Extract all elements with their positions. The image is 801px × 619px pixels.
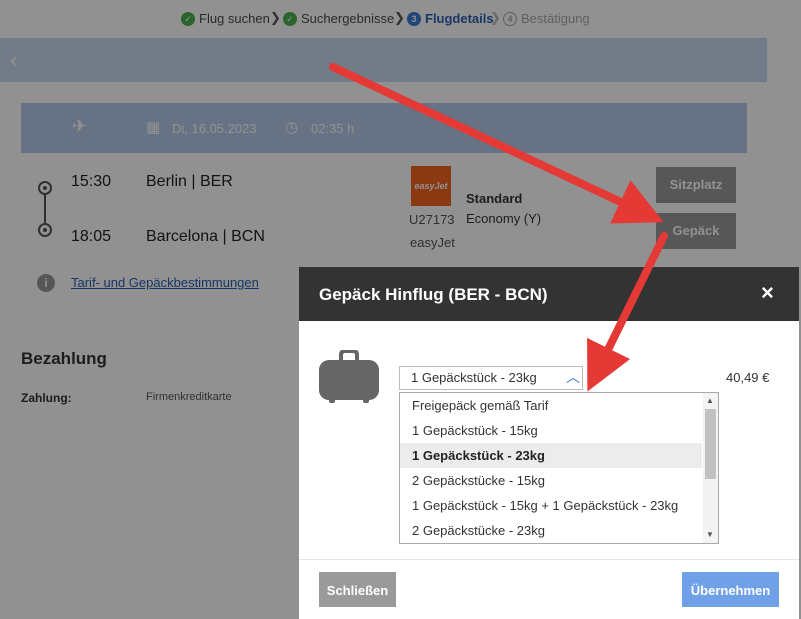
baggage-select[interactable]: 1 Gepäckstück - 23kg ︿ (399, 366, 583, 390)
baggage-price: 40,49 € (726, 370, 770, 385)
list-scrollbar[interactable]: ▲ ▼ (703, 393, 718, 543)
baggage-modal: Gepäck Hinflug (BER - BCN) × 1 Gepäckstü… (299, 267, 799, 619)
baggage-option[interactable]: 1 Gepäckstück - 15kg (400, 418, 702, 443)
apply-button[interactable]: Übernehmen (682, 572, 779, 607)
scrollbar-thumb[interactable] (705, 409, 716, 479)
close-button[interactable]: Schließen (319, 572, 396, 607)
scroll-down-icon[interactable]: ▼ (706, 530, 714, 539)
baggage-option-selected[interactable]: 1 Gepäckstück - 23kg (400, 443, 702, 468)
baggage-select-value: 1 Gepäckstück - 23kg (411, 370, 537, 385)
baggage-option[interactable]: 2 Gepäckstücke - 15kg (400, 468, 702, 493)
baggage-option[interactable]: Freigepäck gemäß Tarif (400, 393, 702, 418)
chevron-up-icon: ︿ (566, 369, 580, 385)
baggage-option[interactable]: 2 Gepäckstücke - 23kg (400, 518, 702, 543)
modal-title: Gepäck Hinflug (BER - BCN) (319, 285, 548, 304)
suitcase-icon (319, 350, 379, 403)
modal-header: Gepäck Hinflug (BER - BCN) × (299, 267, 799, 321)
scroll-up-icon[interactable]: ▲ (706, 396, 714, 405)
modal-footer-divider (299, 559, 799, 560)
baggage-option[interactable]: 1 Gepäckstück - 15kg + 1 Gepäckstück - 2… (400, 493, 702, 518)
close-icon[interactable]: × (761, 280, 774, 306)
baggage-options-list[interactable]: Freigepäck gemäß Tarif 1 Gepäckstück - 1… (399, 392, 719, 544)
